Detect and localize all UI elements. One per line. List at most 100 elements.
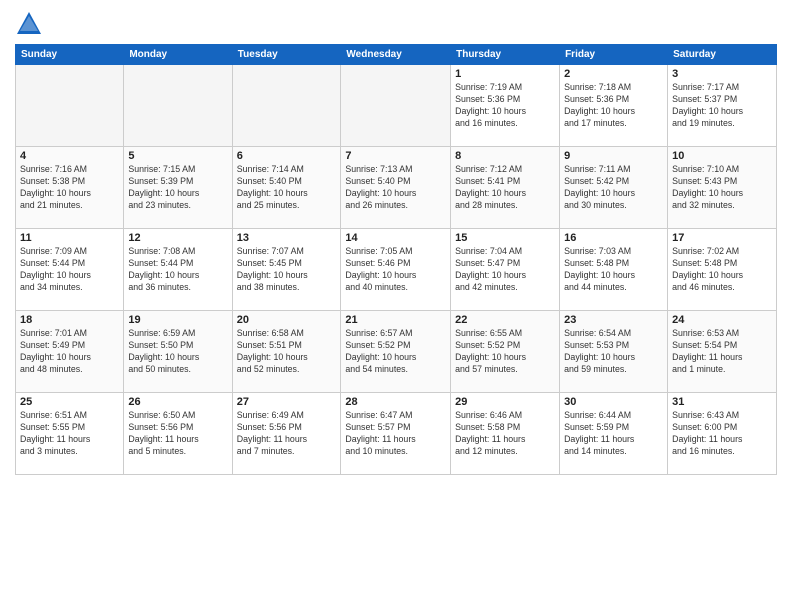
day-number: 22 (455, 314, 555, 326)
header (15, 10, 777, 38)
day-info: Sunrise: 7:01 AM Sunset: 5:49 PM Dayligh… (20, 328, 119, 376)
day-number: 5 (128, 150, 227, 162)
calendar-cell: 10 Sunrise: 7:10 AM Sunset: 5:43 PM Dayli… (668, 147, 777, 229)
day-number: 11 (20, 232, 119, 244)
calendar-week-5: 25 Sunrise: 6:51 AM Sunset: 5:55 PM Dayli… (16, 393, 777, 475)
col-header-tuesday: Tuesday (232, 45, 341, 65)
day-info: Sunrise: 7:16 AM Sunset: 5:38 PM Dayligh… (20, 164, 119, 212)
day-info: Sunrise: 7:07 AM Sunset: 5:45 PM Dayligh… (237, 246, 337, 294)
calendar-cell: 1 Sunrise: 7:19 AM Sunset: 5:36 PM Daylig… (451, 65, 560, 147)
day-number: 12 (128, 232, 227, 244)
day-info: Sunrise: 6:51 AM Sunset: 5:55 PM Dayligh… (20, 410, 119, 458)
calendar-week-1: 1 Sunrise: 7:19 AM Sunset: 5:36 PM Daylig… (16, 65, 777, 147)
day-number: 1 (455, 68, 555, 80)
calendar-cell: 21 Sunrise: 6:57 AM Sunset: 5:52 PM Dayli… (341, 311, 451, 393)
day-info: Sunrise: 7:09 AM Sunset: 5:44 PM Dayligh… (20, 246, 119, 294)
calendar-cell: 12Sunrise: 7:08 AM Sunset: 5:44 PM Dayli… (124, 229, 232, 311)
day-number: 15 (455, 232, 555, 244)
calendar-cell: 4 Sunrise: 7:16 AM Sunset: 5:38 PM Daylig… (16, 147, 124, 229)
day-number: 9 (564, 150, 663, 162)
day-info: Sunrise: 6:54 AM Sunset: 5:53 PM Dayligh… (564, 328, 663, 376)
logo (15, 10, 47, 38)
day-number: 28 (345, 396, 446, 408)
calendar-cell (232, 65, 341, 147)
calendar: SundayMondayTuesdayWednesdayThursdayFrid… (15, 44, 777, 475)
calendar-cell (16, 65, 124, 147)
day-number: 24 (672, 314, 772, 326)
calendar-cell: 7Sunrise: 7:13 AM Sunset: 5:40 PM Daylig… (341, 147, 451, 229)
day-info: Sunrise: 7:15 AM Sunset: 5:39 PM Dayligh… (128, 164, 227, 212)
day-info: Sunrise: 6:44 AM Sunset: 5:59 PM Dayligh… (564, 410, 663, 458)
calendar-week-3: 11 Sunrise: 7:09 AM Sunset: 5:44 PM Dayli… (16, 229, 777, 311)
day-number: 3 (672, 68, 772, 80)
calendar-cell: 3 Sunrise: 7:17 AM Sunset: 5:37 PM Daylig… (668, 65, 777, 147)
day-info: Sunrise: 7:10 AM Sunset: 5:43 PM Dayligh… (672, 164, 772, 212)
day-info: Sunrise: 6:57 AM Sunset: 5:52 PM Dayligh… (345, 328, 446, 376)
calendar-cell: 25 Sunrise: 6:51 AM Sunset: 5:55 PM Dayli… (16, 393, 124, 475)
calendar-cell: 28Sunrise: 6:47 AM Sunset: 5:57 PM Dayli… (341, 393, 451, 475)
day-info: Sunrise: 7:02 AM Sunset: 5:48 PM Dayligh… (672, 246, 772, 294)
day-number: 20 (237, 314, 337, 326)
day-number: 29 (455, 396, 555, 408)
col-header-thursday: Thursday (451, 45, 560, 65)
day-info: Sunrise: 6:53 AM Sunset: 5:54 PM Dayligh… (672, 328, 772, 376)
day-number: 16 (564, 232, 663, 244)
day-number: 6 (237, 150, 337, 162)
page: SundayMondayTuesdayWednesdayThursdayFrid… (0, 0, 792, 612)
day-number: 19 (128, 314, 227, 326)
calendar-cell: 23 Sunrise: 6:54 AM Sunset: 5:53 PM Dayli… (560, 311, 668, 393)
calendar-cell: 13 Sunrise: 7:07 AM Sunset: 5:45 PM Dayli… (232, 229, 341, 311)
calendar-cell: 14Sunrise: 7:05 AM Sunset: 5:46 PM Dayli… (341, 229, 451, 311)
day-number: 8 (455, 150, 555, 162)
calendar-week-4: 18 Sunrise: 7:01 AM Sunset: 5:49 PM Dayli… (16, 311, 777, 393)
calendar-week-2: 4 Sunrise: 7:16 AM Sunset: 5:38 PM Daylig… (16, 147, 777, 229)
day-number: 10 (672, 150, 772, 162)
calendar-cell: 19 Sunrise: 6:59 AM Sunset: 5:50 PM Dayli… (124, 311, 232, 393)
day-info: Sunrise: 7:11 AM Sunset: 5:42 PM Dayligh… (564, 164, 663, 212)
calendar-cell (341, 65, 451, 147)
day-number: 25 (20, 396, 119, 408)
calendar-cell: 6Sunrise: 7:14 AM Sunset: 5:40 PM Daylig… (232, 147, 341, 229)
day-info: Sunrise: 6:43 AM Sunset: 6:00 PM Dayligh… (672, 410, 772, 458)
calendar-cell: 26Sunrise: 6:50 AM Sunset: 5:56 PM Dayli… (124, 393, 232, 475)
calendar-cell (124, 65, 232, 147)
day-info: Sunrise: 7:19 AM Sunset: 5:36 PM Dayligh… (455, 82, 555, 130)
calendar-cell: 11 Sunrise: 7:09 AM Sunset: 5:44 PM Dayli… (16, 229, 124, 311)
day-info: Sunrise: 7:18 AM Sunset: 5:36 PM Dayligh… (564, 82, 663, 130)
day-number: 2 (564, 68, 663, 80)
calendar-cell: 2 Sunrise: 7:18 AM Sunset: 5:36 PM Daylig… (560, 65, 668, 147)
day-number: 13 (237, 232, 337, 244)
calendar-cell: 20 Sunrise: 6:58 AM Sunset: 5:51 PM Dayli… (232, 311, 341, 393)
col-header-saturday: Saturday (668, 45, 777, 65)
logo-icon (15, 10, 43, 38)
day-info: Sunrise: 7:12 AM Sunset: 5:41 PM Dayligh… (455, 164, 555, 212)
calendar-cell: 9 Sunrise: 7:11 AM Sunset: 5:42 PM Daylig… (560, 147, 668, 229)
calendar-cell: 24 Sunrise: 6:53 AM Sunset: 5:54 PM Dayli… (668, 311, 777, 393)
col-header-sunday: Sunday (16, 45, 124, 65)
day-info: Sunrise: 7:04 AM Sunset: 5:47 PM Dayligh… (455, 246, 555, 294)
day-number: 18 (20, 314, 119, 326)
day-info: Sunrise: 6:49 AM Sunset: 5:56 PM Dayligh… (237, 410, 337, 458)
day-info: Sunrise: 7:13 AM Sunset: 5:40 PM Dayligh… (345, 164, 446, 212)
day-number: 23 (564, 314, 663, 326)
calendar-cell: 29Sunrise: 6:46 AM Sunset: 5:58 PM Dayli… (451, 393, 560, 475)
day-number: 4 (20, 150, 119, 162)
day-info: Sunrise: 6:59 AM Sunset: 5:50 PM Dayligh… (128, 328, 227, 376)
day-info: Sunrise: 6:58 AM Sunset: 5:51 PM Dayligh… (237, 328, 337, 376)
calendar-cell: 31Sunrise: 6:43 AM Sunset: 6:00 PM Dayli… (668, 393, 777, 475)
day-info: Sunrise: 7:05 AM Sunset: 5:46 PM Dayligh… (345, 246, 446, 294)
calendar-cell: 30Sunrise: 6:44 AM Sunset: 5:59 PM Dayli… (560, 393, 668, 475)
day-number: 27 (237, 396, 337, 408)
col-header-monday: Monday (124, 45, 232, 65)
day-info: Sunrise: 7:17 AM Sunset: 5:37 PM Dayligh… (672, 82, 772, 130)
day-info: Sunrise: 6:55 AM Sunset: 5:52 PM Dayligh… (455, 328, 555, 376)
day-number: 21 (345, 314, 446, 326)
calendar-cell: 16Sunrise: 7:03 AM Sunset: 5:48 PM Dayli… (560, 229, 668, 311)
calendar-cell: 18 Sunrise: 7:01 AM Sunset: 5:49 PM Dayli… (16, 311, 124, 393)
col-header-friday: Friday (560, 45, 668, 65)
day-number: 17 (672, 232, 772, 244)
calendar-cell: 17 Sunrise: 7:02 AM Sunset: 5:48 PM Dayli… (668, 229, 777, 311)
calendar-cell: 27 Sunrise: 6:49 AM Sunset: 5:56 PM Dayli… (232, 393, 341, 475)
col-header-wednesday: Wednesday (341, 45, 451, 65)
calendar-cell: 22 Sunrise: 6:55 AM Sunset: 5:52 PM Dayli… (451, 311, 560, 393)
